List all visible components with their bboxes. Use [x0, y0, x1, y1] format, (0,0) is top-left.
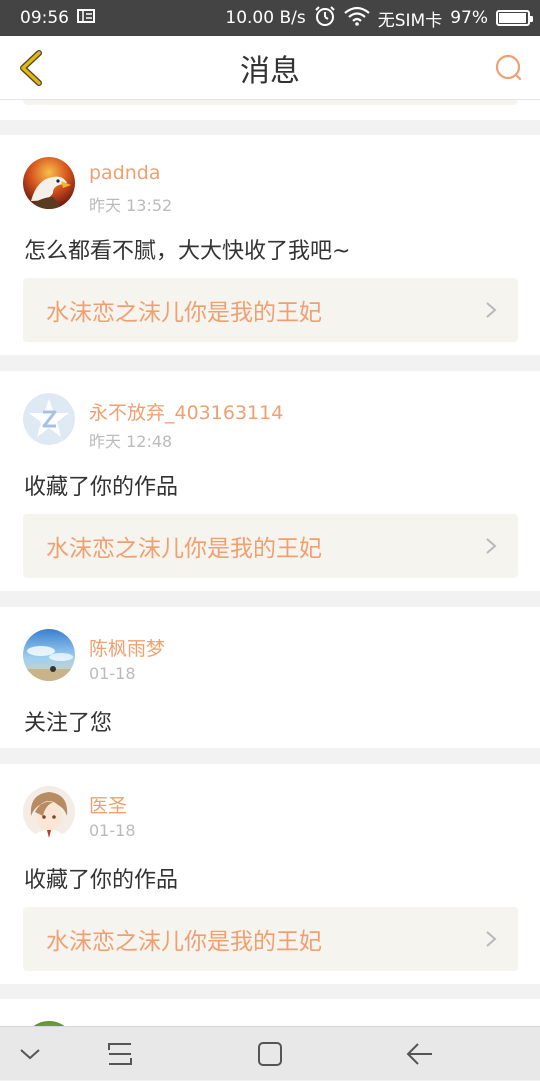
avatar[interactable]	[23, 157, 75, 209]
page-title: 消息	[240, 53, 300, 89]
chevron-down-icon	[20, 1049, 40, 1060]
timestamp: 昨天 12:48	[89, 432, 173, 451]
battery-percent: 97%	[450, 8, 488, 28]
username[interactable]: 医圣	[89, 791, 127, 818]
work-link[interactable]: 水沫恋之沫儿你是我的王妃	[23, 278, 518, 342]
status-time: 09:56	[20, 8, 69, 28]
sim-status: 无SIM卡	[377, 10, 443, 31]
list-item[interactable]: padnda 昨天 13:52 怎么都看不腻，大大快收了我吧~ 水沫恋之沫儿你是…	[0, 135, 540, 355]
chevron-left-icon	[20, 50, 42, 86]
message-text: 收藏了你的作品	[24, 868, 179, 893]
battery-icon	[496, 10, 533, 26]
back-arrow-icon	[406, 1043, 432, 1065]
avatar[interactable]	[23, 393, 75, 445]
nav-back-button[interactable]	[390, 1027, 450, 1081]
network-speed: 10.00 B/s	[225, 8, 306, 28]
work-title: 水沫恋之沫儿你是我的王妃	[46, 300, 322, 326]
previous-card-remnant	[0, 100, 540, 120]
list-item[interactable]	[0, 999, 540, 1026]
wifi-icon	[344, 6, 370, 31]
message-list[interactable]: padnda 昨天 13:52 怎么都看不腻，大大快收了我吧~ 水沫恋之沫儿你是…	[0, 100, 540, 1026]
work-title: 水沫恋之沫儿你是我的王妃	[46, 536, 322, 562]
work-link[interactable]: 水沫恋之沫儿你是我的王妃	[23, 907, 518, 971]
list-item[interactable]: 陈枫雨梦 01-18 关注了您	[0, 607, 540, 748]
work-title: 水沫恋之沫儿你是我的王妃	[46, 929, 322, 955]
home-button[interactable]	[240, 1027, 300, 1081]
username[interactable]: 陈枫雨梦	[89, 634, 165, 661]
message-text: 收藏了你的作品	[24, 475, 179, 500]
back-button[interactable]	[12, 48, 52, 88]
recent-apps-icon	[108, 1043, 132, 1065]
search-icon	[495, 54, 522, 81]
message-text: 怎么都看不腻，大大快收了我吧~	[24, 239, 351, 264]
username[interactable]: 永不放弃_403163114	[89, 398, 283, 425]
system-nav-bar	[0, 1026, 540, 1080]
list-item[interactable]: 永不放弃_403163114 昨天 12:48 收藏了你的作品 水沫恋之沫儿你是…	[0, 371, 540, 591]
status-bar: 09:56 10.00 B/s 无SIM卡 97%	[0, 0, 540, 36]
search-button[interactable]	[488, 48, 528, 88]
chevron-right-icon	[486, 302, 497, 318]
app-header: 消息	[0, 36, 540, 100]
timestamp: 01-18	[89, 821, 136, 840]
message-text: 关注了您	[24, 711, 113, 736]
username[interactable]: padnda	[89, 162, 161, 184]
timestamp: 01-18	[89, 664, 136, 683]
timestamp: 昨天 13:52	[89, 196, 173, 215]
avatar[interactable]	[23, 629, 75, 681]
alarm-icon	[314, 5, 336, 32]
chevron-right-icon	[486, 931, 497, 947]
chevron-right-icon	[486, 538, 497, 554]
avatar[interactable]	[23, 786, 75, 838]
recent-apps-button[interactable]	[90, 1027, 150, 1081]
home-icon	[258, 1042, 282, 1066]
hide-nav-button[interactable]	[0, 1027, 60, 1081]
work-link[interactable]: 水沫恋之沫儿你是我的王妃	[23, 514, 518, 578]
notification-icon	[77, 8, 95, 29]
battery-level	[499, 13, 527, 23]
list-item[interactable]: 医圣 01-18 收藏了你的作品 水沫恋之沫儿你是我的王妃	[0, 764, 540, 984]
